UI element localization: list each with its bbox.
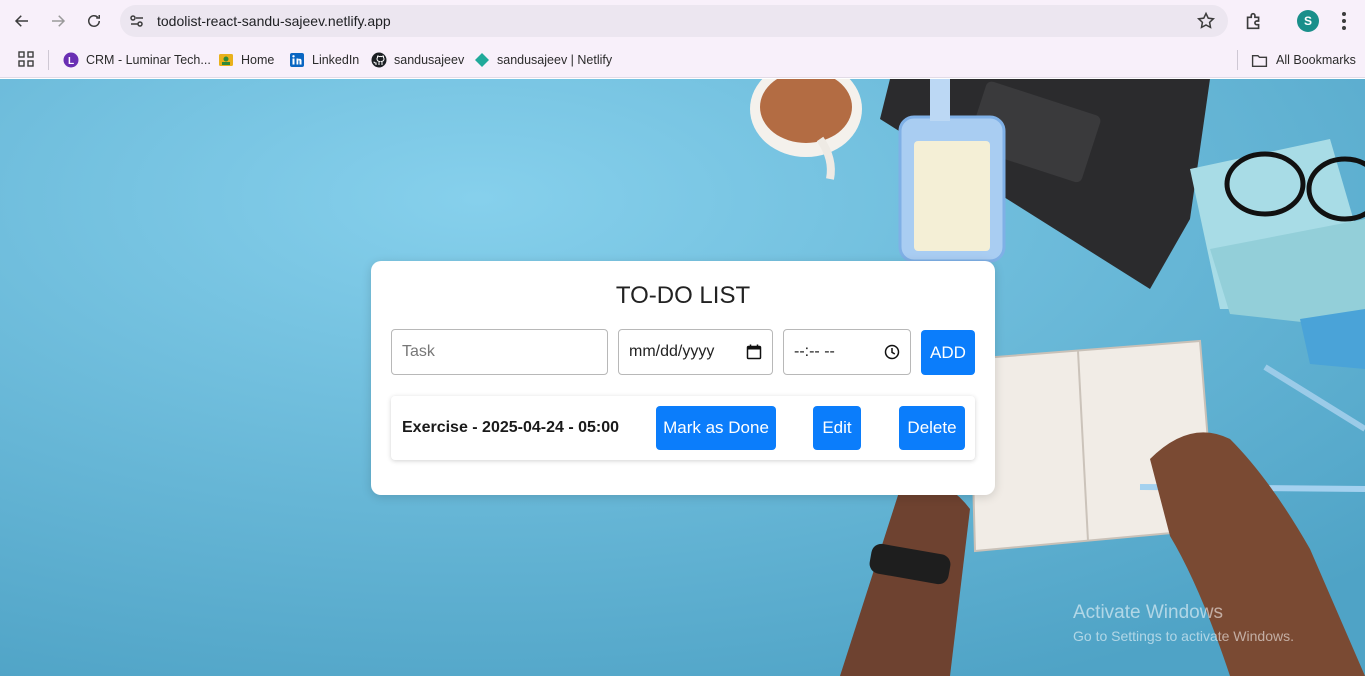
browser-menu-icon[interactable] [1334, 10, 1354, 32]
activate-windows-watermark: Activate Windows Go to Settings to activ… [1073, 602, 1294, 644]
all-bookmarks-button[interactable]: All Bookmarks [1251, 50, 1356, 70]
browser-toolbar: todolist-react-sandu-sajeev.netlify.app … [0, 0, 1365, 42]
bookmark-label: sandusajeev | Netlify [497, 53, 613, 67]
reload-icon [88, 15, 100, 27]
page-title: TO-DO LIST [615, 282, 751, 309]
bookmark-home[interactable]: Home [218, 50, 274, 70]
url-text[interactable]: todolist-react-sandu-sajeev.netlify.app [157, 13, 391, 29]
address-bar[interactable]: todolist-react-sandu-sajeev.netlify.app [120, 5, 1228, 37]
bookmark-label: LinkedIn [312, 53, 360, 67]
mark-as-done-button[interactable]: Mark as Done [656, 406, 776, 450]
profile-avatar[interactable]: S [1297, 10, 1319, 32]
apps-grid-icon[interactable] [18, 51, 34, 67]
bookmarks-divider [48, 50, 49, 70]
arrow-left-icon [14, 15, 28, 27]
date-placeholder: mm/dd/yyyy [629, 343, 715, 360]
bookmark-label: sandusajeev [394, 53, 465, 67]
linkedin-icon [289, 52, 305, 68]
page-viewport: TO-DO LIST mm/dd/yyyy --:-- -- ADD Exerc… [0, 79, 1365, 676]
bookmarks-divider [1237, 50, 1238, 70]
reload-button[interactable] [82, 9, 106, 33]
back-button[interactable] [10, 9, 34, 33]
bookmark-label: Home [241, 53, 275, 67]
home-image-icon [218, 52, 234, 68]
github-icon [371, 52, 387, 68]
task-text: Exercise - 2025-04-24 - 05:00 [402, 419, 620, 436]
bookmark-netlify[interactable]: sandusajeev | Netlify [474, 50, 612, 70]
arrow-right-icon [52, 15, 66, 27]
site-settings-icon[interactable] [129, 13, 145, 29]
edit-button[interactable]: Edit [813, 406, 861, 450]
bookmark-crm[interactable]: L CRM - Luminar Tech... [63, 50, 211, 70]
folder-icon [1251, 54, 1268, 67]
extensions-puzzle-icon[interactable] [1243, 10, 1265, 32]
bookmark-star-icon[interactable] [1196, 11, 1216, 31]
delete-button[interactable]: Delete [899, 406, 965, 450]
clock-icon[interactable] [884, 344, 900, 360]
bookmark-linkedin[interactable]: LinkedIn [289, 50, 359, 70]
date-input[interactable]: mm/dd/yyyy [618, 329, 773, 375]
luminar-l-icon: L [63, 52, 79, 68]
todo-card: TO-DO LIST mm/dd/yyyy --:-- -- ADD Exerc… [371, 261, 995, 495]
forward-button[interactable] [46, 9, 70, 33]
task-item: Exercise - 2025-04-24 - 05:00 Mark as Do… [391, 396, 975, 460]
bookmarks-bar: L CRM - Luminar Tech... Home LinkedIn sa… [0, 42, 1365, 78]
all-bookmarks-label: All Bookmarks [1276, 53, 1356, 67]
time-input[interactable]: --:-- -- [783, 329, 911, 375]
task-input[interactable] [391, 329, 608, 375]
bookmark-label: CRM - Luminar Tech... [86, 53, 211, 67]
calendar-icon[interactable] [746, 344, 762, 360]
time-placeholder: --:-- -- [794, 343, 835, 360]
svg-text:L: L [68, 56, 74, 67]
add-button[interactable]: ADD [921, 330, 975, 375]
watermark-subtitle: Go to Settings to activate Windows. [1073, 628, 1294, 644]
bookmark-github[interactable]: sandusajeev [371, 50, 464, 70]
watermark-title: Activate Windows [1073, 602, 1223, 623]
netlify-icon [474, 52, 490, 68]
